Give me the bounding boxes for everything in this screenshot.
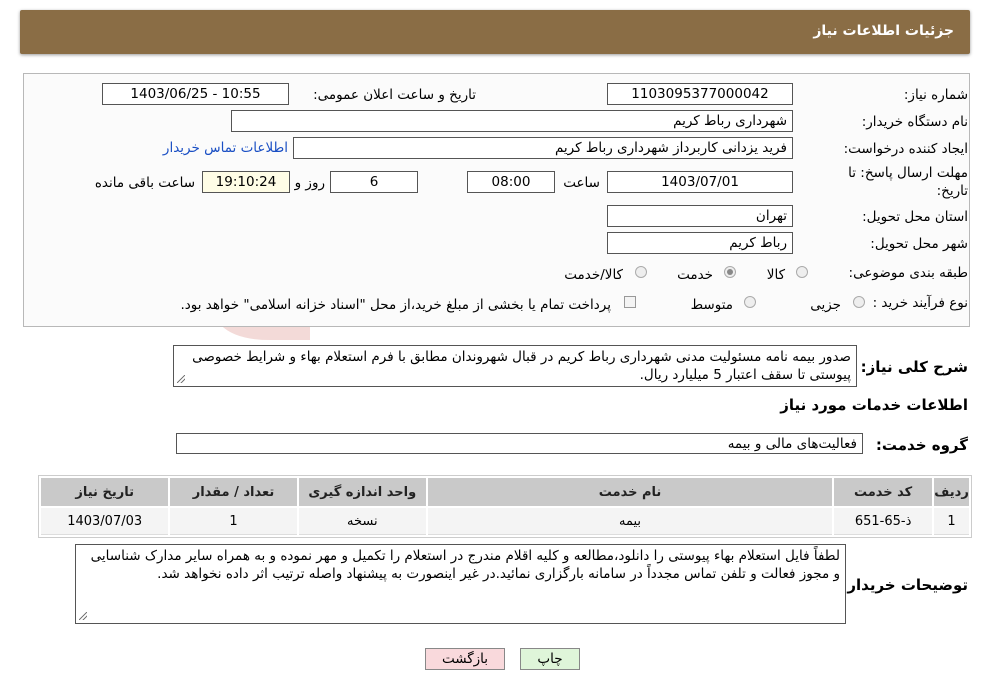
service-group-label: گروه خدمت: [875, 436, 968, 454]
announce-datetime-label: تاریخ و ساعت اعلان عمومی: [313, 87, 476, 103]
col-quantity: تعداد / مقدار [170, 478, 297, 506]
col-service-name: نام خدمت [427, 478, 833, 506]
requester-field[interactable]: فرید یزدانی کاربرداز شهرداری رباط کریم [293, 137, 793, 159]
buyer-contact-link[interactable]: اطلاعات تماس خریدار [163, 140, 288, 156]
col-row-number: ردیف [934, 478, 969, 506]
process-radio-medium[interactable] [744, 296, 756, 308]
days-remaining-field[interactable]: 6 [330, 171, 418, 193]
process-option-minor: جزیی [810, 297, 841, 313]
col-need-date: تاریخ نیاز [41, 478, 169, 506]
buyer-notes-label: توضیحات خریدار: [841, 576, 968, 594]
deadline-time-field[interactable]: 08:00 [467, 171, 555, 193]
col-service-code: کد خدمت [834, 478, 933, 506]
city-field[interactable]: رباط کریم [607, 232, 793, 254]
cell-row-number: 1 [934, 508, 969, 535]
cell-service-name: بیمه [427, 508, 833, 535]
buyer-notes-textarea[interactable]: لطفاً فایل استعلام بهاء پیوستی را دانلود… [75, 544, 846, 624]
category-radio-goods-service[interactable] [635, 266, 647, 278]
cell-service-code: ذ-65-651 [834, 508, 933, 535]
buyer-notes-text: لطفاً فایل استعلام بهاء پیوستی را دانلود… [90, 548, 840, 582]
category-option-goods-service: کالا/خدمت [564, 267, 623, 283]
process-radio-minor[interactable] [853, 296, 865, 308]
service-group-field[interactable]: فعالیت‌های مالی و بیمه [176, 433, 863, 454]
province-field[interactable]: تهران [607, 205, 793, 227]
need-number-label: شماره نیاز: [903, 87, 968, 103]
category-option-service: خدمت [677, 267, 713, 283]
back-button[interactable]: بازگشت [425, 648, 505, 670]
cell-unit: نسخه [298, 508, 426, 535]
buyer-org-label: نام دستگاه خریدار: [861, 114, 968, 130]
category-radio-service[interactable] [724, 266, 736, 278]
requester-label: ایجاد کننده درخواست: [843, 141, 968, 157]
deadline-time-label: ساعت [563, 175, 600, 191]
category-radio-goods[interactable] [796, 266, 808, 278]
remaining-time-label: ساعت باقی مانده [94, 175, 195, 191]
treasury-note: پرداخت تمام یا بخشی از مبلغ خرید،از محل … [180, 297, 611, 313]
description-textarea[interactable]: صدور بیمه نامه مسئولیت مدنی شهرداری رباط… [173, 345, 857, 387]
days-label: روز و [294, 175, 325, 191]
process-type-label: نوع فرآیند خرید : [872, 295, 968, 311]
page-header: جزئیات اطلاعات نیاز [20, 10, 970, 54]
province-label: استان محل تحویل: [862, 209, 968, 225]
category-label: طبقه بندی موضوعی: [848, 265, 968, 281]
announce-datetime-field[interactable]: 1403/06/25 - 10:55 [102, 83, 289, 105]
resize-grip-icon[interactable] [79, 612, 87, 620]
city-label: شهر محل تحویل: [870, 236, 968, 252]
treasury-checkbox[interactable] [624, 296, 636, 308]
resize-grip-icon[interactable] [177, 375, 185, 383]
deadline-label: مهلت ارسال پاسخ: تا تاریخ: [848, 165, 968, 199]
table-header-row: ردیف کد خدمت نام خدمت واحد اندازه گیری ت… [41, 478, 969, 506]
services-table: ردیف کد خدمت نام خدمت واحد اندازه گیری ت… [38, 475, 972, 538]
cell-quantity: 1 [170, 508, 297, 535]
process-option-medium: متوسط [690, 297, 733, 313]
col-unit: واحد اندازه گیری [298, 478, 426, 506]
remaining-time-field[interactable]: 19:10:24 [202, 171, 290, 193]
buyer-org-field[interactable]: شهرداری رباط کریم [231, 110, 793, 132]
services-section-title: اطلاعات خدمات مورد نیاز [780, 396, 968, 414]
category-option-goods: کالا [766, 267, 785, 283]
description-label: شرح کلی نیاز: [860, 358, 968, 376]
description-text: صدور بیمه نامه مسئولیت مدنی شهرداری رباط… [192, 349, 851, 383]
print-button[interactable]: چاپ [520, 648, 580, 670]
need-number-field[interactable]: 1103095377000042 [607, 83, 793, 105]
cell-need-date: 1403/07/03 [41, 508, 169, 535]
page-title: جزئیات اطلاعات نیاز [813, 23, 954, 39]
table-row[interactable]: 1 ذ-65-651 بیمه نسخه 1 1403/07/03 [41, 508, 969, 535]
deadline-date-field[interactable]: 1403/07/01 [607, 171, 793, 193]
